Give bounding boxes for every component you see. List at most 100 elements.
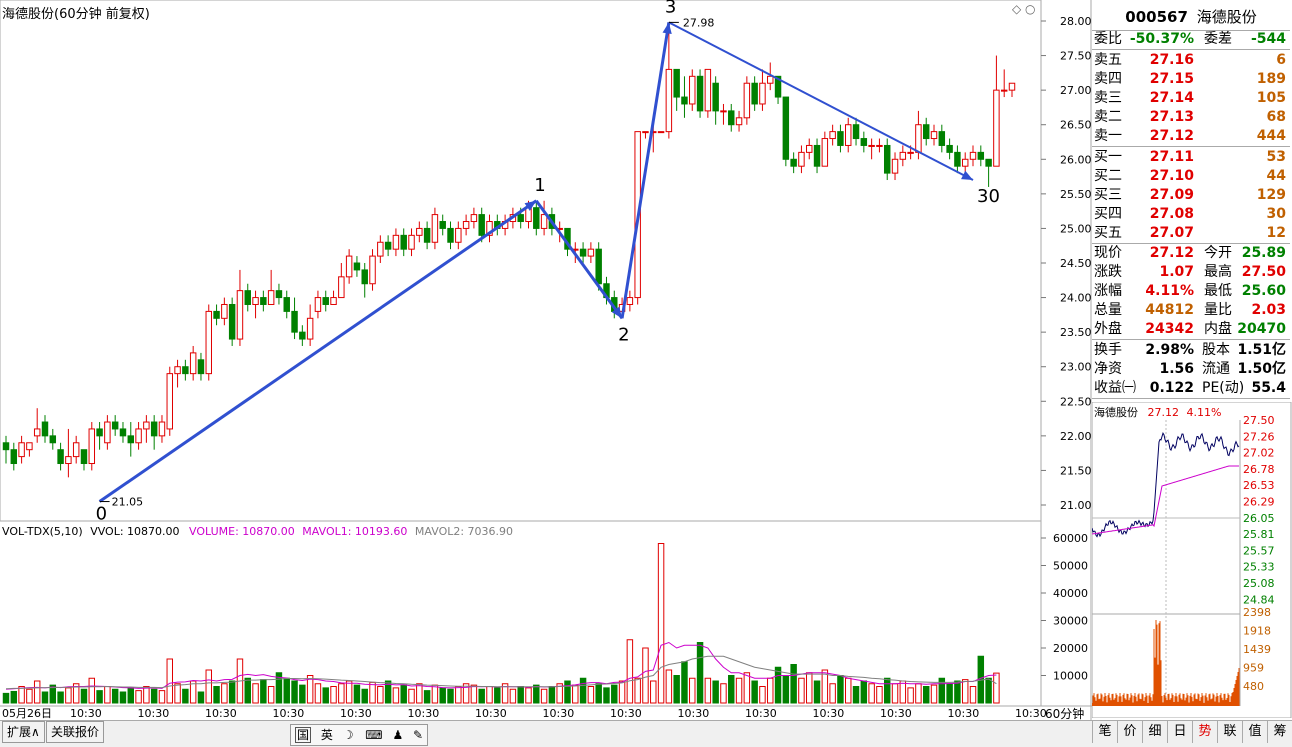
bid-volume: 129 [1256, 187, 1286, 203]
candle-body [267, 290, 275, 305]
candlestick-chart: 0 1 2 3 30 21.05 27.98 28.00 27.50 27.00 26.50 26.… [0, 0, 1092, 746]
right-tab[interactable]: 细 [1142, 721, 1167, 743]
ime-halfwidth-icon[interactable]: ☽ [343, 728, 354, 742]
candle-body [314, 297, 322, 312]
stat-value: 27.50 [1241, 264, 1286, 280]
volume-bar [283, 677, 290, 704]
volume-bar [517, 686, 524, 704]
ime-chinese-icon[interactable]: 国 [295, 727, 312, 743]
stat-label: 今开 [1204, 245, 1232, 261]
volume-bar [244, 677, 251, 704]
right-tab[interactable]: 值 [1242, 721, 1267, 743]
candle-body [673, 68, 680, 98]
price-tick-label: 24.50 [1060, 257, 1092, 270]
volume-bar [322, 687, 329, 704]
volume-bar [907, 687, 914, 704]
price-tick-label: 24.00 [1060, 292, 1092, 305]
stat-value: 2.03 [1251, 302, 1286, 318]
fin-value: 1.50亿 [1237, 361, 1286, 377]
candle-body [930, 131, 938, 140]
volume-bar [845, 677, 852, 704]
volume-bar [377, 686, 384, 704]
candle-body [735, 117, 743, 126]
volume-tick-label: 20000 [1053, 642, 1088, 655]
right-tab[interactable]: 日 [1167, 721, 1192, 743]
ime-settings-icon[interactable]: ✎ [413, 728, 423, 742]
right-tab[interactable]: 势 [1192, 721, 1217, 743]
volume-bar [267, 686, 275, 704]
price-tick-label: 25.00 [1060, 222, 1092, 235]
price-tick-label: 27.50 [1060, 50, 1092, 63]
candle-body [455, 227, 462, 243]
ime-user-icon[interactable]: ♟ [392, 728, 403, 742]
fin-value: 55.4 [1251, 380, 1286, 396]
candle-body [517, 214, 524, 223]
ime-keyboard-icon[interactable]: ⌨ [365, 728, 382, 742]
volume-bar [10, 690, 18, 704]
candle-body [416, 227, 423, 236]
x-time-label: 10:30 [880, 707, 912, 720]
candle-body [852, 124, 860, 140]
x-time-label: 10:30 [813, 707, 845, 720]
stat-label: 外盘 [1094, 321, 1122, 337]
stat-value: 27.12 [1149, 245, 1194, 261]
volume-tick-label: 10000 [1053, 670, 1088, 683]
candle-body [876, 144, 883, 147]
candle-body [845, 124, 852, 146]
candle-body [88, 428, 96, 465]
wave-label: 0 [96, 504, 107, 525]
bid-price: 27.10 [1149, 168, 1194, 184]
candle-body [946, 144, 953, 153]
price-tick-label: 26.50 [1060, 119, 1092, 132]
stock-code: 000567 [1125, 8, 1188, 26]
price-tick-label: 25.50 [1060, 188, 1092, 201]
mini-price-tick: 26.78 [1243, 463, 1275, 476]
candle-body [938, 131, 946, 146]
volume-bar [65, 687, 72, 704]
stock-terminal: 海德股份(60分钟 前复权) ◇ ○ 0 1 2 3 30 21.05 27.98 28.0… [0, 0, 1292, 747]
ask-label: 卖三 [1094, 90, 1122, 106]
stat-value: 1.07 [1159, 264, 1194, 280]
volume-bar [205, 669, 212, 704]
volume-bar [876, 686, 883, 704]
bid-row: 买二 27.10 44 [1092, 167, 1290, 186]
x-time-label: 10:30 [475, 707, 507, 720]
volume-bar [252, 683, 259, 704]
ime-english-icon[interactable]: 英 [321, 728, 333, 742]
candle-body [1008, 82, 1016, 91]
candle-body [189, 352, 197, 375]
bid-volume: 53 [1266, 149, 1286, 165]
wave-label: 1 [534, 175, 545, 196]
candle-body [478, 214, 485, 236]
candle-body [80, 449, 88, 465]
volume-bar [33, 680, 41, 704]
volume-bar [345, 680, 353, 704]
stat-label: 内盘 [1204, 321, 1232, 337]
mini-price-tick: 27.26 [1243, 430, 1275, 443]
candle-body [837, 131, 844, 146]
mini-volume-tick: 2398 [1243, 606, 1271, 619]
candle-body [244, 290, 251, 305]
candle-body [361, 269, 368, 285]
right-tab[interactable]: 价 [1117, 721, 1142, 743]
price-tick-label: 21.00 [1060, 499, 1092, 512]
mini-header: 海德股份 27.12 4.11% [1094, 404, 1221, 420]
zigzag-segment [620, 22, 671, 319]
x-time-label: 10:30 [1015, 707, 1047, 720]
candle-body [205, 310, 212, 375]
right-tab[interactable]: 联 [1217, 721, 1242, 743]
mini-volume-tick: 959 [1243, 662, 1264, 675]
ask-row: 卖一 27.12 444 [1092, 127, 1290, 147]
candle-body [712, 82, 719, 112]
related-quote-tab[interactable]: 关联报价 [46, 721, 105, 743]
right-tab[interactable]: 笔 [1092, 721, 1117, 743]
candle-body [642, 131, 649, 134]
volume-bar [416, 683, 423, 704]
x-time-label: 10:30 [948, 707, 980, 720]
weibi-row: 委比 -50.37% 委差 -544 [1092, 30, 1290, 50]
candle-body [306, 317, 314, 340]
expand-tab[interactable]: 扩展∧ [2, 721, 45, 743]
volume-bar [790, 664, 797, 704]
volume-bar [509, 688, 517, 704]
right-tab[interactable]: 筹 [1267, 721, 1292, 743]
